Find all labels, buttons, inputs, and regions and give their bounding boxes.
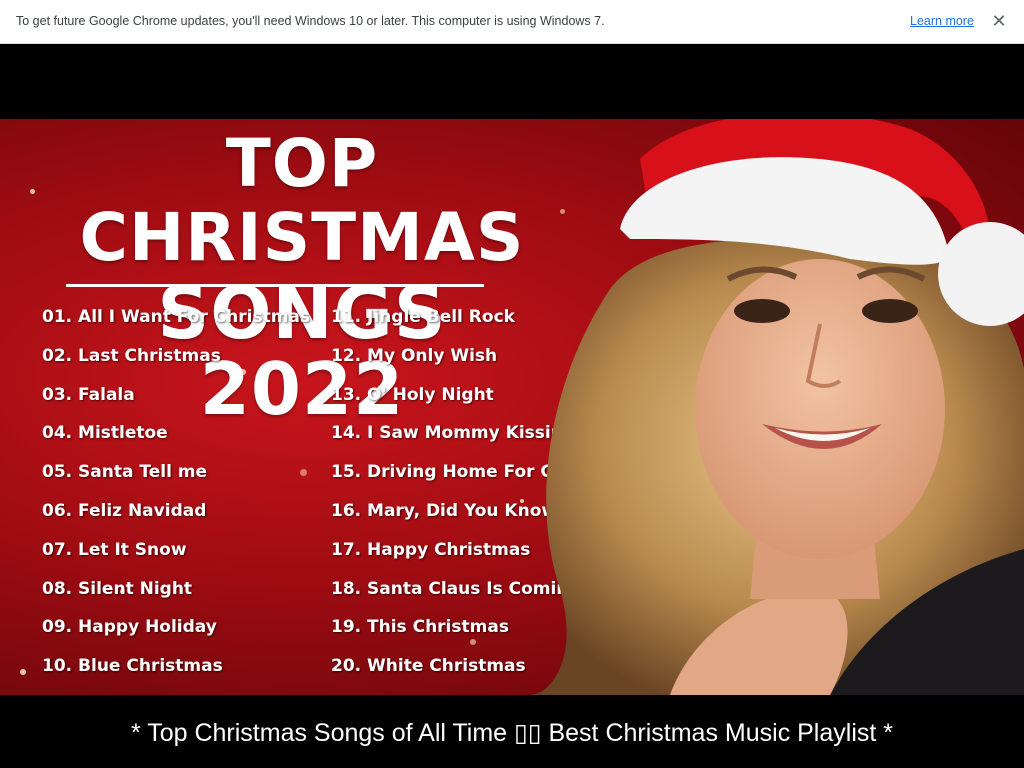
song-item: 01. All I Want For Christmas xyxy=(42,307,311,327)
video-caption: * Top Christmas Songs of All Time ▯▯ Bes… xyxy=(0,717,1024,749)
singer-portrait xyxy=(530,119,1024,695)
song-item: 05. Santa Tell me xyxy=(42,462,208,483)
sparkle xyxy=(30,189,35,194)
poster-title-line1: TOP CHRISTMAS xyxy=(79,125,525,276)
infobar-message: To get future Google Chrome updates, you… xyxy=(16,14,605,28)
song-item: 07. Let It Snow xyxy=(42,539,187,560)
close-icon[interactable]: ✕ xyxy=(988,10,1010,32)
song-item: 06. Feliz Navidad xyxy=(42,500,207,521)
song-item: 10. Blue Christmas xyxy=(42,656,223,677)
title-divider xyxy=(66,284,484,287)
learn-more-link[interactable]: Learn more xyxy=(910,14,974,28)
left-eye xyxy=(734,299,790,323)
song-item: 09. Happy Holiday xyxy=(42,617,217,638)
caption-text: * Top Christmas Songs of All Time ▯▯ Bes… xyxy=(122,717,901,749)
song-item: 04. Mistletoe xyxy=(42,423,168,444)
song-item: 03. Falala xyxy=(42,384,135,405)
song-item: 08. Silent Night xyxy=(42,578,193,599)
chrome-update-infobar: To get future Google Chrome updates, you… xyxy=(0,0,1024,44)
video-thumbnail[interactable]: TOP CHRISTMAS SONGS 2022 01. All I Want … xyxy=(0,119,1024,695)
song-list-left: 01. All I Want For Christmas 02. Last Ch… xyxy=(42,304,310,692)
sparkle xyxy=(20,669,26,675)
song-item: 02. Last Christmas xyxy=(42,345,221,366)
right-eye xyxy=(862,299,918,323)
